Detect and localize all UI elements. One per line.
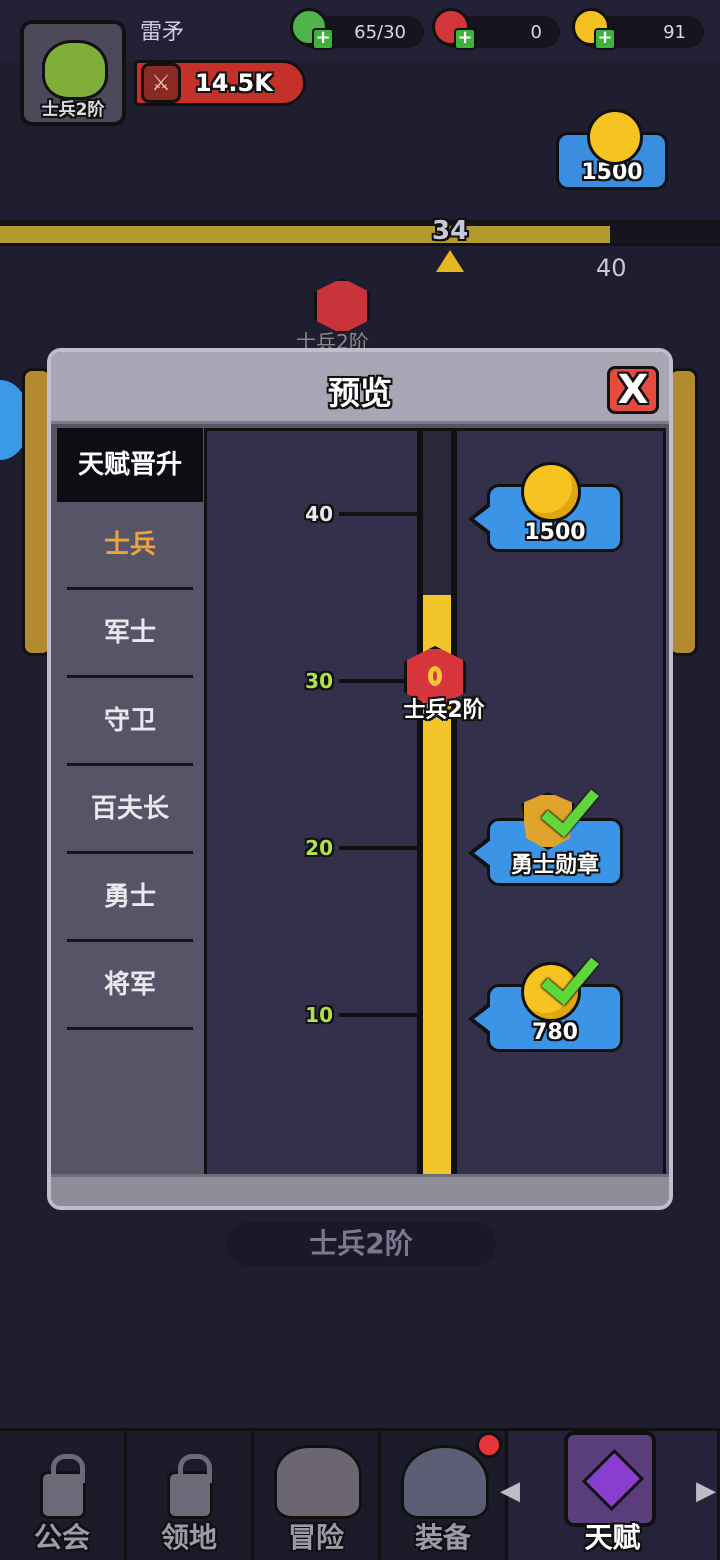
- preview-modal: 预览 X 天赋晋升 士兵 军士 守卫 百夫长 勇士 将军 40 30 20 10…: [47, 348, 673, 1210]
- crossed-axes-icon: [274, 1445, 362, 1519]
- nav-territory-label: 领地: [160, 1521, 217, 1554]
- bottom-nav: 公会 领地 冒险 装备 天赋: [0, 1428, 720, 1560]
- gem-value: 0: [530, 21, 542, 43]
- tick-label-20: 20: [305, 836, 333, 860]
- menu-item-guard[interactable]: 守卫: [67, 678, 193, 766]
- nav-territory[interactable]: 领地: [127, 1428, 254, 1560]
- menu-item-general[interactable]: 将军: [67, 942, 193, 1030]
- orc-face-icon: [42, 40, 108, 100]
- energy-resource[interactable]: + 65/30: [290, 8, 424, 50]
- menu-item-warrior[interactable]: 勇士: [67, 854, 193, 942]
- bg-progress-fill: [0, 226, 610, 243]
- add-energy-icon[interactable]: +: [312, 28, 334, 50]
- menu-item-sergeant[interactable]: 军士: [67, 590, 193, 678]
- energy-value: 65/30: [354, 21, 406, 43]
- bg-reward-bubble: 1500: [556, 109, 668, 190]
- reward-20-value: 勇士勋章: [510, 853, 599, 878]
- modal-header: 预览 X: [51, 352, 669, 424]
- rank-emblem-icon: [428, 666, 442, 686]
- modal-footer: [51, 1174, 669, 1206]
- gold-coin-icon: [521, 462, 581, 522]
- nav-guild[interactable]: 公会: [0, 1428, 127, 1560]
- tick-label-30: 30: [305, 669, 333, 693]
- power-value: 14.5K: [195, 69, 273, 97]
- nav-equipment-label: 装备: [414, 1521, 471, 1554]
- bg-bottom-label: 士兵2阶: [226, 1222, 496, 1266]
- gem-resource[interactable]: + 0: [432, 8, 560, 50]
- nav-guild-label: 公会: [33, 1521, 90, 1554]
- reward-10-value: 780: [532, 1020, 578, 1045]
- talent-book-icon: [564, 1431, 656, 1527]
- tick-line-40: [339, 512, 419, 516]
- modal-title: 预览: [327, 374, 392, 412]
- add-gold-icon[interactable]: +: [594, 28, 616, 50]
- current-rank-label: 士兵2阶: [403, 698, 485, 723]
- reward-40-value: 1500: [524, 520, 586, 545]
- nav-talent-label: 天赋: [584, 1521, 641, 1554]
- close-button[interactable]: X: [607, 366, 659, 414]
- add-gem-icon[interactable]: +: [454, 28, 476, 50]
- menu-header: 天赋晋升: [57, 428, 203, 502]
- battle-axe-icon: ⚔: [141, 63, 181, 103]
- helmet-icon: [401, 1445, 489, 1519]
- nav-talent[interactable]: 天赋: [508, 1428, 720, 1560]
- lock-icon: [40, 1454, 86, 1519]
- player-avatar[interactable]: 士兵2阶: [20, 20, 126, 126]
- scale-panel: [204, 428, 420, 1180]
- player-rank: 士兵2阶: [41, 100, 105, 120]
- nav-left-arrow-icon[interactable]: ◀: [500, 1476, 520, 1506]
- tick-line-10: [339, 1013, 419, 1017]
- close-icon: X: [617, 367, 649, 413]
- bg-progress-pointer-icon: [436, 250, 464, 272]
- player-name: 雷矛: [140, 20, 185, 45]
- menu-item-centurion[interactable]: 百夫长: [67, 766, 193, 854]
- nav-adventure[interactable]: 冒险: [254, 1428, 381, 1560]
- rank-menu: 天赋晋升 士兵 军士 守卫 百夫长 勇士 将军: [57, 428, 203, 1030]
- bg-progress-track: [0, 220, 720, 246]
- gold-resource[interactable]: + 91: [572, 8, 704, 50]
- menu-item-soldier[interactable]: 士兵: [67, 502, 193, 590]
- bg-progress-current: 34: [432, 216, 469, 246]
- notification-dot-icon: [476, 1432, 502, 1458]
- tick-label-40: 40: [305, 502, 333, 526]
- tick-label-10: 10: [305, 1003, 333, 1027]
- gold-coin-icon: [587, 109, 643, 165]
- bg-progress-next: 40: [596, 254, 627, 282]
- gold-value: 91: [663, 21, 686, 43]
- nav-adventure-label: 冒险: [287, 1521, 344, 1554]
- tick-line-20: [339, 846, 419, 850]
- level-progress-bar: [420, 428, 454, 1180]
- nav-right-arrow-icon[interactable]: ▶: [696, 1476, 716, 1506]
- power-banner: ⚔ 14.5K: [134, 60, 306, 106]
- lock-icon: [167, 1454, 213, 1519]
